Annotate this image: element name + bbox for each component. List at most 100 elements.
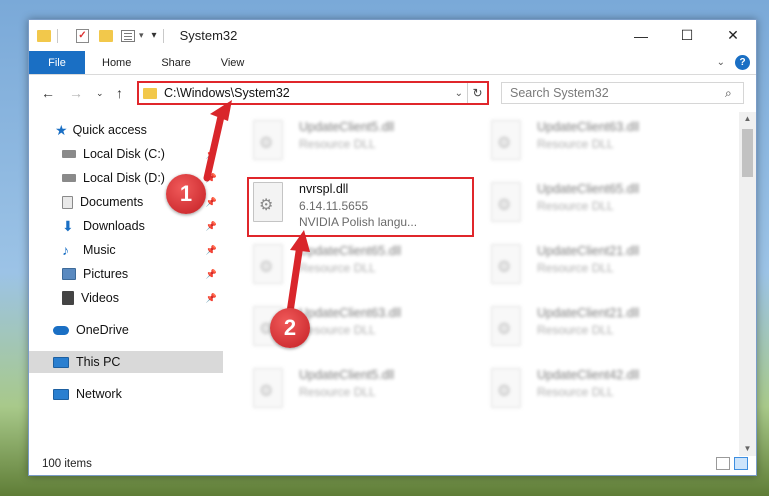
minimize-button[interactable]: — [618, 20, 664, 51]
step-marker-1: 1 [166, 174, 206, 214]
tab-home[interactable]: Home [85, 51, 146, 74]
sidebar-item-label: Pictures [83, 267, 129, 281]
pictures-icon [62, 268, 76, 280]
onedrive-icon [53, 325, 69, 335]
details-view-icon[interactable] [716, 457, 730, 470]
sidebar-item-label: Quick access [72, 123, 147, 137]
pin-icon[interactable]: 📌 [206, 149, 217, 160]
address-bar[interactable]: C:\Windows\System32 ⌄ ↻ [137, 81, 489, 105]
sidebar-item-label: Local Disk (D:) [83, 171, 165, 185]
sidebar-item-music[interactable]: ♪ Music 📌 [29, 239, 223, 261]
file-type: Resource DLL [537, 199, 614, 213]
file-name: UpdateClient5.dll [299, 368, 395, 382]
list-item[interactable]: UpdateClient42.dll Resource DLL [469, 364, 689, 420]
tab-view[interactable]: View [206, 51, 260, 74]
search-icon[interactable]: ⌕ [725, 86, 743, 101]
maximize-button[interactable]: ☐ [664, 20, 710, 51]
drive-icon [62, 174, 76, 182]
sidebar-item-this-pc[interactable]: This PC [29, 351, 223, 373]
chevron-down-icon[interactable]: ▾ [139, 30, 144, 41]
downloads-icon: ⬇ [62, 217, 74, 234]
up-arrow-icon[interactable]: ↑ [116, 85, 123, 101]
folder-icon [143, 87, 157, 99]
sidebar-item-label: Documents [80, 195, 144, 209]
documents-icon [62, 195, 73, 209]
pin-icon[interactable]: 📌 [206, 173, 217, 184]
sidebar-item-onedrive[interactable]: OneDrive [29, 319, 223, 341]
drive-icon [62, 150, 76, 158]
dll-file-icon [491, 120, 521, 160]
file-type: Resource DLL [537, 323, 614, 337]
window-title: System32 [179, 28, 238, 43]
pin-icon[interactable]: 📌 [206, 221, 217, 232]
sidebar-item-label: Network [76, 387, 122, 401]
file-name: UpdateClient65.dll [299, 244, 402, 258]
search-placeholder[interactable]: Search System32 [510, 86, 725, 100]
pin-icon[interactable]: 📌 [206, 197, 217, 208]
vertical-scrollbar[interactable]: ▲ ▼ [739, 112, 756, 456]
chevron-down-icon[interactable]: ⌄ [451, 88, 467, 99]
refresh-icon[interactable]: ↻ [467, 83, 487, 103]
recent-locations-icon[interactable]: ⌄ [96, 88, 104, 99]
navigation-pane: ★ Quick access Local Disk (C:) 📌 Local D… [29, 116, 223, 456]
list-item[interactable]: UpdateClient21.dll Resource DLL [469, 240, 689, 296]
sidebar-item-label: This PC [76, 355, 121, 369]
pin-icon[interactable]: 📌 [206, 293, 217, 304]
properties-check-icon[interactable]: ✓ [76, 28, 89, 43]
file-type: Resource DLL [299, 323, 376, 337]
file-name: UpdateClient5.dll [299, 120, 395, 134]
sidebar-item-pictures[interactable]: Pictures 📌 [29, 263, 223, 285]
divider [57, 28, 58, 43]
file-name: UpdateClient65.dll [537, 182, 640, 196]
list-item[interactable]: UpdateClient63.dll Resource DLL [469, 116, 689, 172]
dll-file-icon [253, 368, 283, 408]
list-item[interactable]: UpdateClient65.dll Resource DLL [469, 178, 689, 234]
dll-file-icon [253, 120, 283, 160]
sidebar-item-label: OneDrive [76, 323, 129, 337]
new-folder-icon[interactable] [99, 29, 113, 42]
pin-icon[interactable]: 📌 [206, 245, 217, 256]
dll-file-icon [253, 244, 283, 284]
sidebar-item-network[interactable]: Network [29, 383, 223, 405]
address-path[interactable]: C:\Windows\System32 [164, 86, 451, 100]
tab-file[interactable]: File [29, 51, 85, 74]
forward-arrow-icon[interactable]: → [69, 85, 83, 101]
sidebar-item-label: Videos [81, 291, 119, 305]
music-icon: ♪ [62, 242, 69, 258]
back-arrow-icon[interactable]: ← [41, 85, 55, 101]
customize-toolbar-icon[interactable]: ▾ [152, 30, 157, 41]
sidebar-item-downloads[interactable]: ⬇ Downloads 📌 [29, 215, 223, 237]
scroll-up-icon[interactable]: ▲ [739, 112, 756, 126]
large-icons-view-icon[interactable] [734, 457, 748, 470]
file-name: UpdateClient21.dll [537, 244, 640, 258]
star-icon: ★ [55, 121, 68, 138]
list-item[interactable]: UpdateClient5.dll Resource DLL [231, 364, 451, 420]
file-type: Resource DLL [537, 137, 614, 151]
status-bar: 100 items [29, 453, 756, 475]
pc-icon [53, 356, 69, 368]
list-item[interactable]: UpdateClient5.dll Resource DLL [231, 116, 451, 172]
step-marker-2: 2 [270, 308, 310, 348]
navigation-bar: ← → ⌄ ↑ C:\Windows\System32 ⌄ ↻ Search S… [29, 76, 756, 110]
close-button[interactable]: ✕ [710, 20, 756, 51]
pin-icon[interactable]: 📌 [206, 269, 217, 280]
file-type: Resource DLL [537, 385, 614, 399]
view-properties-icon[interactable] [121, 29, 135, 42]
sidebar-item-quick-access[interactable]: ★ Quick access [29, 119, 223, 141]
expand-ribbon-icon[interactable]: ⌄ [717, 57, 725, 68]
list-item[interactable]: UpdateClient21.dll Resource DLL [469, 302, 689, 358]
dll-file-icon [491, 244, 521, 284]
dll-file-icon [491, 368, 521, 408]
file-name: UpdateClient21.dll [537, 306, 640, 320]
scroll-thumb[interactable] [742, 129, 753, 177]
tab-share[interactable]: Share [146, 51, 205, 74]
help-icon[interactable]: ? [735, 55, 750, 70]
explorer-window: ✓ ▾ ▾ System32 — ☐ ✕ File Home Share Vie… [28, 19, 757, 476]
sidebar-item-local-disk-c[interactable]: Local Disk (C:) 📌 [29, 143, 223, 165]
sidebar-item-videos[interactable]: Videos 📌 [29, 287, 223, 309]
file-name: UpdateClient63.dll [537, 120, 640, 134]
list-item[interactable]: UpdateClient65.dll Resource DLL [231, 240, 451, 296]
file-type: Resource DLL [299, 385, 376, 399]
list-item[interactable]: UpdateClient63.dll Resource DLL [231, 302, 451, 358]
search-input[interactable]: Search System32 ⌕ [501, 82, 744, 104]
